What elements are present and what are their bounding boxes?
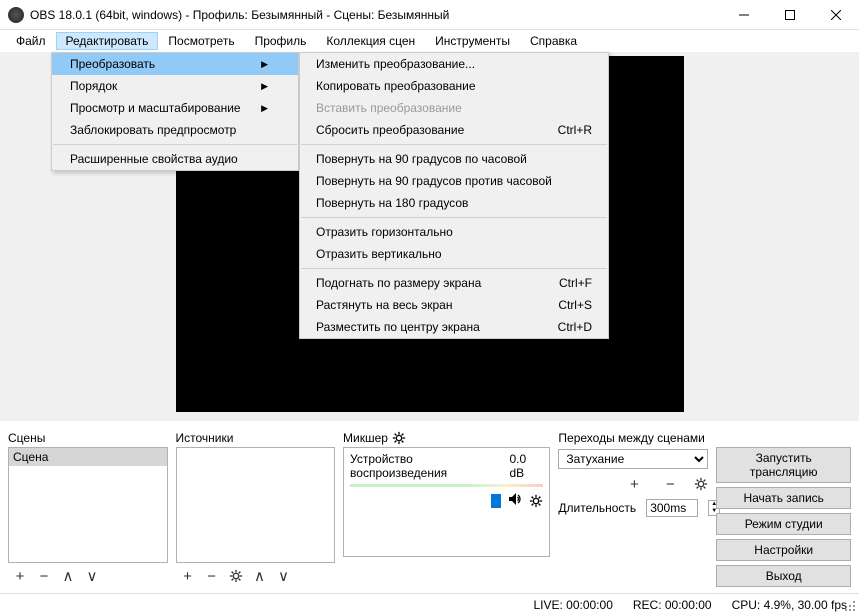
start-stream-button[interactable]: Запустить трансляцию — [716, 447, 851, 483]
menu-lock-preview[interactable]: Заблокировать предпросмотр — [52, 119, 298, 141]
window-title: OBS 18.0.1 (64bit, windows) - Профиль: Б… — [30, 8, 721, 22]
studio-mode-button[interactable]: Режим студии — [716, 513, 851, 535]
menu-tools[interactable]: Инструменты — [425, 32, 520, 50]
menu-fit-screen[interactable]: Подогнать по размеру экранаCtrl+F — [300, 272, 608, 294]
menu-order[interactable]: Порядок▶ — [52, 75, 298, 97]
mixer-title: Микшер — [343, 429, 550, 447]
menu-zoom[interactable]: Просмотр и масштабирование▶ — [52, 97, 298, 119]
menu-flip-h[interactable]: Отразить горизонтально — [300, 221, 608, 243]
chevron-right-icon: ▶ — [261, 59, 268, 70]
menu-edit[interactable]: Редактировать — [56, 32, 159, 50]
chevron-right-icon: ▶ — [261, 81, 268, 92]
transition-select[interactable]: Затухание — [558, 449, 708, 469]
remove-scene-button[interactable]: − — [32, 565, 56, 587]
start-record-button[interactable]: Начать запись — [716, 487, 851, 509]
remove-transition-button[interactable]: − — [658, 473, 682, 495]
mixer-device-label: Устройство воспроизведения — [350, 452, 509, 480]
scenes-panel: Сцены Сцена + − ∧ ∨ — [8, 429, 168, 587]
menu-rotate-180[interactable]: Повернуть на 180 градусов — [300, 192, 608, 214]
menu-reset-transform[interactable]: Сбросить преобразованиеCtrl+R — [300, 119, 608, 141]
duration-label: Длительность — [558, 501, 636, 515]
chevron-right-icon: ▶ — [261, 103, 268, 114]
source-up-button[interactable]: ∧ — [248, 565, 272, 587]
menu-bar: Файл Редактировать Посмотреть Профиль Ко… — [0, 30, 859, 52]
bottom-dock: Сцены Сцена + − ∧ ∨ Источники + − ∧ ∨ Ми… — [0, 421, 859, 587]
menu-transform[interactable]: Преобразовать▶ — [52, 53, 298, 75]
status-live: LIVE: 00:00:00 — [533, 598, 612, 612]
transitions-title: Переходы между сценами — [558, 429, 708, 447]
scene-down-button[interactable]: ∨ — [80, 565, 104, 587]
menu-copy-transform[interactable]: Копировать преобразование — [300, 75, 608, 97]
menu-flip-v[interactable]: Отразить вертикально — [300, 243, 608, 265]
menu-separator — [53, 144, 297, 145]
gear-icon[interactable] — [694, 477, 708, 492]
scenes-toolbar: + − ∧ ∨ — [8, 563, 168, 587]
menu-separator — [301, 217, 607, 218]
menu-adv-audio[interactable]: Расширенные свойства аудио — [52, 148, 298, 170]
control-buttons: Запустить трансляцию Начать запись Режим… — [716, 429, 851, 587]
resize-grip[interactable] — [845, 601, 857, 613]
sources-list[interactable] — [176, 447, 336, 563]
volume-slider-thumb[interactable] — [491, 494, 501, 508]
scenes-title: Сцены — [8, 429, 168, 447]
speaker-icon[interactable] — [507, 491, 523, 510]
status-cpu: CPU: 4.9%, 30.00 fps — [732, 598, 847, 612]
sources-toolbar: + − ∧ ∨ — [176, 563, 336, 587]
gear-icon[interactable] — [529, 493, 543, 508]
minimize-button[interactable] — [721, 0, 767, 30]
scene-up-button[interactable]: ∧ — [56, 565, 80, 587]
add-source-button[interactable]: + — [176, 565, 200, 587]
source-settings-button[interactable] — [224, 565, 248, 587]
gear-icon[interactable] — [392, 431, 406, 446]
menu-rotate-90ccw[interactable]: Повернуть на 90 градусов против часовой — [300, 170, 608, 192]
mixer-box: Устройство воспроизведения 0.0 dB — [343, 447, 550, 557]
status-rec: REC: 00:00:00 — [633, 598, 712, 612]
transform-submenu: Изменить преобразование... Копировать пр… — [299, 52, 609, 339]
menu-view[interactable]: Посмотреть — [158, 32, 244, 50]
status-bar: LIVE: 00:00:00 REC: 00:00:00 CPU: 4.9%, … — [0, 593, 859, 615]
menu-scene-collection[interactable]: Коллекция сцен — [316, 32, 425, 50]
menu-paste-transform: Вставить преобразование — [300, 97, 608, 119]
settings-button[interactable]: Настройки — [716, 539, 851, 561]
gear-icon — [229, 569, 243, 584]
mixer-db-value: 0.0 dB — [510, 452, 544, 480]
sources-panel: Источники + − ∧ ∨ — [176, 429, 336, 587]
maximize-button[interactable] — [767, 0, 813, 30]
menu-separator — [301, 268, 607, 269]
edit-menu-dropdown: Преобразовать▶ Порядок▶ Просмотр и масшт… — [51, 52, 299, 171]
menu-help[interactable]: Справка — [520, 32, 587, 50]
mixer-meter — [350, 484, 543, 487]
title-bar: OBS 18.0.1 (64bit, windows) - Профиль: Б… — [0, 0, 859, 30]
duration-input[interactable] — [646, 499, 698, 517]
remove-source-button[interactable]: − — [200, 565, 224, 587]
menu-edit-transform[interactable]: Изменить преобразование... — [300, 53, 608, 75]
scenes-list[interactable]: Сцена — [8, 447, 168, 563]
menu-separator — [301, 144, 607, 145]
scene-item[interactable]: Сцена — [9, 448, 167, 466]
sources-title: Источники — [176, 429, 336, 447]
add-transition-button[interactable]: + — [622, 473, 646, 495]
app-icon — [8, 7, 24, 23]
exit-button[interactable]: Выход — [716, 565, 851, 587]
add-scene-button[interactable]: + — [8, 565, 32, 587]
menu-file[interactable]: Файл — [6, 32, 56, 50]
menu-rotate-90cw[interactable]: Повернуть на 90 градусов по часовой — [300, 148, 608, 170]
mixer-panel: Микшер Устройство воспроизведения 0.0 dB — [343, 429, 550, 587]
source-down-button[interactable]: ∨ — [272, 565, 296, 587]
menu-profile[interactable]: Профиль — [245, 32, 317, 50]
close-button[interactable] — [813, 0, 859, 30]
menu-center-screen[interactable]: Разместить по центру экранаCtrl+D — [300, 316, 608, 338]
menu-stretch-screen[interactable]: Растянуть на весь экранCtrl+S — [300, 294, 608, 316]
transitions-panel: Переходы между сценами Затухание + − Дли… — [558, 429, 708, 587]
